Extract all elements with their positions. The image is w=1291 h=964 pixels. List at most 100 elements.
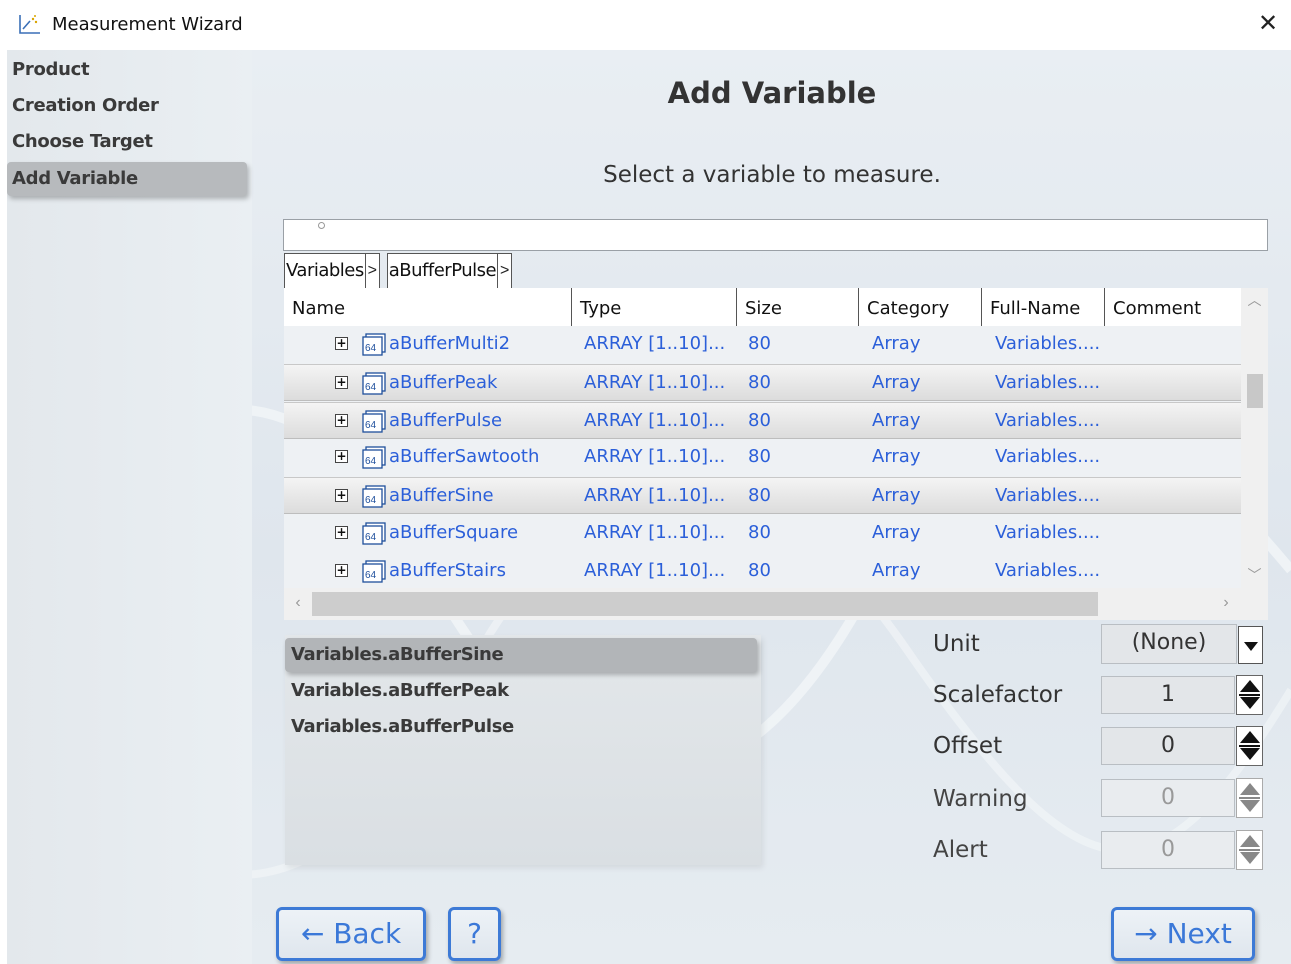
breadcrumb: Variables > aBufferPulse > — [284, 253, 513, 289]
alert-label: Alert — [933, 837, 988, 863]
grid-rows: +64 aBufferMulti2 ARRAY [1..10]... 80 Array V… — [284, 326, 1241, 588]
selected-variable-item[interactable]: Variables.aBufferSine — [285, 638, 757, 672]
variable-search-input[interactable] — [283, 219, 1268, 251]
scalefactor-stepper[interactable] — [1236, 675, 1263, 715]
column-header-type[interactable]: Type — [572, 288, 737, 326]
cell-name: aBufferSawtooth — [389, 446, 540, 468]
table-row[interactable]: +64 aBufferPulse ARRAY [1..10]... 80 Array Va… — [284, 401, 1241, 439]
selected-variable-item[interactable]: Variables.aBufferPeak — [285, 674, 757, 708]
cell-type: ARRAY [1..10]... — [584, 371, 726, 393]
cell-full-name: Variables.... — [995, 333, 1101, 354]
sidebar-item-choose-target[interactable]: Choose Target — [7, 125, 247, 159]
scroll-left-icon[interactable]: ‹ — [286, 592, 310, 616]
back-button-label: Back — [333, 917, 402, 950]
selected-variable-item[interactable]: Variables.aBufferPulse — [285, 710, 757, 744]
step-down-icon[interactable] — [1240, 748, 1260, 760]
expand-icon[interactable]: + — [335, 450, 348, 464]
search-indicator-icon — [318, 222, 325, 229]
variable-grid: Name Type Size Category Full-Name Commen… — [284, 288, 1268, 620]
column-header-full-name[interactable]: Full-Name — [982, 288, 1105, 326]
cell-type: ARRAY [1..10]... — [584, 485, 726, 507]
array-variable-icon-label: 64 — [365, 343, 377, 354]
horizontal-scroll-thumb[interactable] — [312, 592, 1098, 616]
expand-icon[interactable]: + — [335, 526, 348, 539]
step-up-icon[interactable] — [1240, 783, 1260, 795]
table-row[interactable]: +64 aBufferMulti2 ARRAY [1..10]... 80 Array V… — [284, 326, 1241, 363]
step-up-icon[interactable] — [1240, 731, 1260, 743]
column-header-comment[interactable]: Comment — [1105, 288, 1241, 326]
expand-icon[interactable]: + — [335, 337, 348, 350]
array-variable-icon-label: 64 — [365, 532, 377, 543]
cell-full-name: Variables.... — [995, 559, 1101, 581]
column-header-name[interactable]: Name — [284, 288, 572, 326]
cell-size: 80 — [748, 559, 771, 581]
help-button[interactable]: ? — [448, 907, 501, 961]
table-row[interactable]: +64 aBufferSine ARRAY [1..10]... 80 Array Var… — [284, 477, 1241, 515]
offset-field[interactable]: 0 — [1101, 727, 1235, 765]
window-title: Measurement Wizard — [52, 14, 243, 35]
breadcrumb-separator[interactable]: > — [498, 253, 513, 289]
step-down-icon[interactable] — [1240, 800, 1260, 812]
cell-name: aBufferStairs — [389, 559, 506, 581]
array-variable-icon: 64 — [362, 372, 386, 395]
expand-icon[interactable]: + — [335, 489, 348, 503]
alert-stepper[interactable] — [1236, 830, 1263, 870]
cell-name: aBufferPeak — [389, 371, 498, 393]
array-variable-icon: 64 — [362, 522, 386, 545]
warning-stepper[interactable] — [1236, 778, 1263, 818]
cell-category: Array — [872, 485, 921, 507]
close-icon[interactable]: ✕ — [1254, 10, 1282, 38]
breadcrumb-item-abufferpulse[interactable]: aBufferPulse — [386, 253, 499, 289]
back-button[interactable]: ← Back — [276, 907, 426, 961]
column-header-size[interactable]: Size — [737, 288, 859, 326]
cell-name: aBufferSine — [389, 485, 494, 507]
horizontal-scrollbar[interactable]: ‹ › — [284, 588, 1268, 620]
cell-full-name: Variables.... — [995, 371, 1101, 393]
offset-stepper[interactable] — [1236, 726, 1263, 766]
page-title: Add Variable — [667, 76, 877, 110]
column-header-category[interactable]: Category — [859, 288, 982, 326]
array-variable-icon: 64 — [362, 485, 386, 508]
step-down-icon[interactable] — [1240, 697, 1260, 709]
sidebar-item-add-variable[interactable]: Add Variable — [7, 162, 247, 196]
warning-field[interactable]: 0 — [1101, 779, 1235, 817]
step-up-icon[interactable] — [1240, 680, 1260, 692]
alert-field[interactable]: 0 — [1101, 831, 1235, 869]
cell-name: aBufferSquare — [389, 522, 519, 543]
sidebar-item-creation-order[interactable]: Creation Order — [7, 89, 247, 123]
step-down-icon[interactable] — [1240, 852, 1260, 864]
unit-dropdown-button[interactable] — [1238, 626, 1263, 664]
cell-size: 80 — [748, 409, 771, 431]
table-row[interactable]: +64 aBufferSquare ARRAY [1..10]... 80 Array V… — [284, 515, 1241, 552]
expand-icon[interactable]: + — [335, 375, 348, 389]
unit-select[interactable]: (None) — [1101, 624, 1237, 664]
array-variable-icon: 64 — [362, 560, 386, 583]
sidebar-item-product[interactable]: Product — [7, 53, 247, 87]
cell-full-name: Variables.... — [995, 409, 1101, 431]
vertical-scrollbar[interactable]: ︿ ﹀ — [1241, 288, 1268, 588]
expand-icon[interactable]: + — [335, 563, 348, 577]
next-button-label: Next — [1166, 917, 1232, 950]
vertical-scroll-thumb[interactable] — [1247, 374, 1263, 408]
scroll-right-icon[interactable]: › — [1214, 592, 1238, 616]
breadcrumb-item-variables[interactable]: Variables — [284, 253, 366, 289]
scroll-up-icon[interactable]: ︿ — [1241, 288, 1268, 312]
wizard-steps-sidebar: Product Creation Order Choose Target Add… — [7, 50, 252, 964]
table-row[interactable]: +64 aBufferPeak ARRAY [1..10]... 80 Array Var… — [284, 363, 1241, 401]
expand-icon[interactable]: + — [335, 413, 348, 427]
stepper-divider — [1239, 745, 1260, 747]
step-up-icon[interactable] — [1240, 835, 1260, 847]
breadcrumb-separator[interactable]: > — [365, 253, 380, 289]
cell-size: 80 — [748, 522, 771, 543]
stepper-divider — [1239, 849, 1260, 851]
array-variable-icon-label: 64 — [365, 382, 377, 393]
scalefactor-field[interactable]: 1 — [1101, 676, 1235, 714]
table-row[interactable]: +64 aBufferStairs ARRAY [1..10]... 80 Array V… — [284, 553, 1241, 588]
offset-label: Offset — [933, 733, 1003, 759]
chevron-down-icon — [1244, 642, 1258, 651]
next-button[interactable]: → Next — [1111, 907, 1255, 961]
cell-category: Array — [872, 409, 921, 431]
stepper-divider — [1239, 797, 1260, 799]
table-row[interactable]: +64 aBufferSawtooth ARRAY [1..10]... 80 Arra… — [284, 439, 1241, 476]
scroll-down-icon[interactable]: ﹀ — [1241, 563, 1268, 587]
